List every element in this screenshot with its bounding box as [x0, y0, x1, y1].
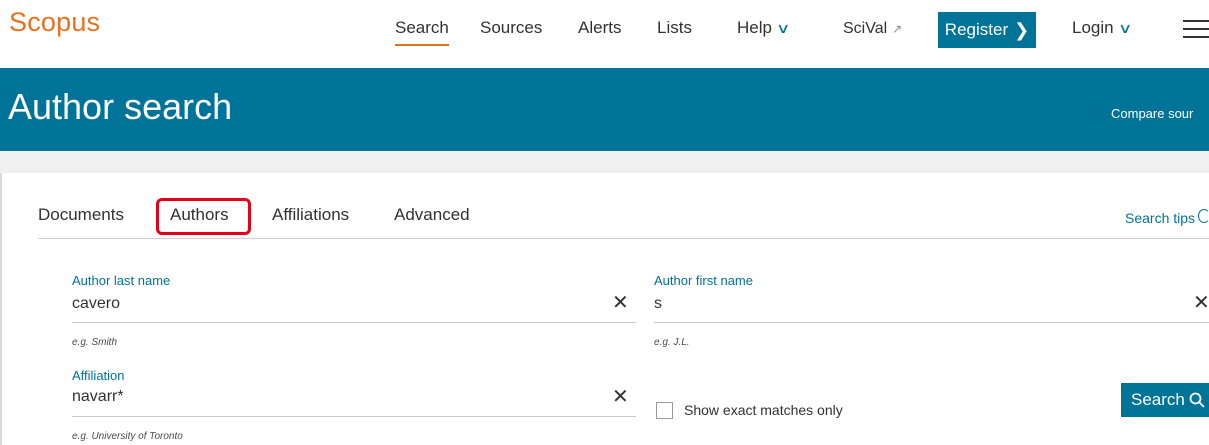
exact-match-checkbox[interactable] — [656, 402, 673, 419]
search-button[interactable]: Search — [1121, 383, 1209, 417]
search-tips-link[interactable]: Search tips — [1125, 209, 1209, 226]
last-name-input[interactable]: cavero — [72, 295, 120, 313]
nav-sources[interactable]: Sources — [480, 18, 542, 38]
affiliation-hint: e.g. University of Toronto — [72, 431, 183, 442]
page-banner: Author search Compare sour — [0, 68, 1209, 151]
nav-sources-label: Sources — [480, 18, 543, 37]
page-title: Author search — [8, 86, 233, 127]
nav-login-label: Login — [1072, 18, 1114, 37]
clear-affiliation-icon[interactable]: ✕ — [612, 387, 629, 407]
nav-help[interactable]: Help ∨ — [737, 18, 791, 38]
nav-login[interactable]: Login ∨ — [1072, 18, 1132, 38]
exact-match-label: Show exact matches only — [684, 402, 843, 418]
last-name-hint: e.g. Smith — [72, 337, 118, 348]
first-name-input[interactable]: s — [654, 295, 662, 313]
nav-scival[interactable]: SciVal ↗ — [843, 18, 902, 38]
nav-alerts[interactable]: Alerts — [578, 18, 621, 38]
help-circle-icon — [1198, 209, 1209, 223]
chevron-right-icon: ❯ — [1014, 19, 1030, 40]
first-name-hint: e.g. J.L. — [654, 337, 690, 348]
nav-search-label: Search — [395, 18, 449, 37]
search-button-label: Search — [1131, 390, 1185, 409]
first-name-label: Author first name — [654, 273, 753, 288]
scopus-author-search-page: Scopus Search Sources Alerts Lists Help ∨… — [0, 0, 1209, 445]
first-name-underline — [654, 322, 1209, 323]
scopus-logo[interactable]: Scopus — [9, 7, 100, 38]
nav-help-label: Help — [737, 18, 772, 37]
last-name-underline — [72, 322, 636, 323]
affiliation-input[interactable]: navarr* — [72, 388, 124, 406]
affiliation-underline — [72, 416, 636, 417]
nav-lists-label: Lists — [657, 18, 692, 37]
clear-last-name-icon[interactable]: ✕ — [612, 293, 629, 313]
external-link-icon: ↗ — [892, 22, 903, 36]
tab-documents[interactable]: Documents — [38, 205, 124, 225]
last-name-label: Author last name — [72, 273, 171, 288]
chevron-down-icon: ∨ — [1117, 20, 1132, 36]
search-tips-label: Search tips — [1125, 210, 1196, 226]
nav-scival-label: SciVal — [843, 20, 888, 37]
register-label: Register — [944, 20, 1009, 39]
compare-sources-link[interactable]: Compare sour — [1111, 106, 1193, 121]
nav-search[interactable]: Search — [395, 18, 449, 46]
banner-divider-strip — [0, 151, 1209, 173]
clear-first-name-icon[interactable]: ✕ — [1193, 293, 1209, 313]
tabs-divider — [38, 238, 1209, 239]
top-navigation: Scopus Search Sources Alerts Lists Help ∨… — [0, 0, 1209, 68]
nav-alerts-label: Alerts — [578, 18, 622, 37]
chevron-down-icon: ∨ — [775, 20, 791, 36]
hamburger-menu-icon[interactable] — [1183, 20, 1209, 38]
nav-lists[interactable]: Lists — [657, 18, 692, 38]
tab-advanced[interactable]: Advanced — [394, 205, 470, 225]
tab-affiliations[interactable]: Affiliations — [272, 205, 349, 225]
authors-tab-highlight — [156, 198, 251, 235]
search-icon — [1189, 392, 1205, 408]
affiliation-label: Affiliation — [72, 368, 125, 383]
register-button[interactable]: Register ❯ — [938, 12, 1036, 48]
